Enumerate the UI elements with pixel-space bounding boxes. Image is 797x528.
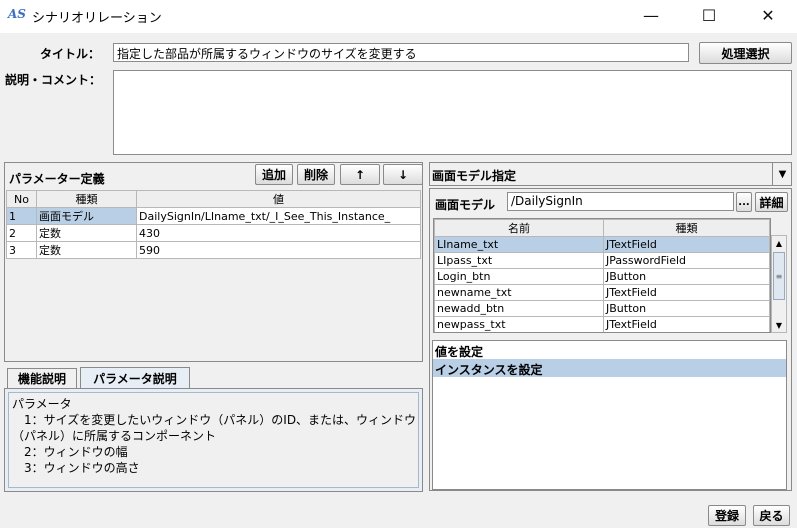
move-up-button[interactable]: ↑ xyxy=(340,164,380,185)
column-header-type[interactable]: 種類 xyxy=(36,190,137,208)
title-label: タイトル： xyxy=(40,47,101,61)
list-item[interactable]: 値を設定 xyxy=(433,341,786,359)
list-item[interactable]: インスタンスを設定 xyxy=(433,359,786,377)
cell-kind: JTextField xyxy=(603,316,770,332)
column-header-value[interactable]: 値 xyxy=(136,190,421,208)
cell-value: DailySignIn/LIname_txt/_I_See_This_Insta… xyxy=(136,207,421,225)
app-logo-icon: AS xyxy=(8,7,26,21)
cell-name: LIpass_txt xyxy=(434,252,604,269)
component-table-area: 名前 種類 LIname_txt JTextField LIpass_txt J… xyxy=(433,218,771,333)
cell-name: newname_txt xyxy=(434,284,604,301)
cell-no: 1 xyxy=(6,207,37,225)
screen-model-label: 画面モデル xyxy=(435,198,496,212)
comment-textarea[interactable] xyxy=(113,70,792,155)
window-title: シナリオリレーション xyxy=(32,11,162,26)
cell-kind: JPasswordField xyxy=(603,252,770,269)
select-process-button[interactable]: 処理選択 xyxy=(699,42,792,64)
screen-model-input[interactable]: /DailySignIn xyxy=(507,192,734,211)
table-row[interactable]: LIpass_txt JPasswordField xyxy=(434,252,770,269)
cell-type: 画面モデル xyxy=(36,207,137,225)
cell-type: 定数 xyxy=(36,224,137,242)
scroll-up-icon[interactable]: ▲ xyxy=(772,236,786,250)
cell-kind: JTextField xyxy=(603,236,770,253)
help-line: パラメータ xyxy=(12,397,72,411)
cell-no: 2 xyxy=(6,224,37,242)
table-row[interactable]: Login_btn JButton xyxy=(434,268,770,285)
move-down-button[interactable]: ↓ xyxy=(383,164,423,185)
parameter-header: パラメーター定義 xyxy=(9,172,105,186)
screen-model-combo-value: 画面モデル指定 xyxy=(432,169,517,183)
column-header-kind[interactable]: 種類 xyxy=(603,219,770,237)
close-icon[interactable]: ✕ xyxy=(745,0,791,30)
delete-button[interactable]: 削除 xyxy=(297,164,335,185)
table-row[interactable]: newname_txt JTextField xyxy=(434,284,770,301)
table-row[interactable]: 3 定数 590 xyxy=(6,241,421,259)
column-header-no[interactable]: No xyxy=(6,190,37,208)
cell-value: 590 xyxy=(136,241,421,259)
table-row[interactable]: 1 画面モデル DailySignIn/LIname_txt/_I_See_Th… xyxy=(6,207,421,225)
help-line: （パネル）に所属するコンポーネント xyxy=(12,429,217,443)
parameter-table-area: No 種類 値 1 画面モデル DailySignIn/LIname_txt/_… xyxy=(6,190,421,360)
detail-button[interactable]: 詳細 xyxy=(755,192,788,212)
table-row[interactable]: 2 定数 430 xyxy=(6,224,421,242)
scroll-down-icon[interactable]: ▼ xyxy=(772,318,786,332)
cell-no: 3 xyxy=(6,241,37,259)
action-list: 値を設定 インスタンスを設定 xyxy=(432,340,787,490)
table-row[interactable]: newadd_btn JButton xyxy=(434,300,770,317)
minimize-icon[interactable]: — xyxy=(628,0,674,30)
title-input[interactable]: 指定した部品が所属するウィンドウのサイズを変更する xyxy=(113,43,689,62)
maximize-icon[interactable]: ☐ xyxy=(686,0,732,30)
cell-kind: JButton xyxy=(603,268,770,285)
component-table: 名前 種類 LIname_txt JTextField LIpass_txt J… xyxy=(434,219,770,332)
screen-model-combo[interactable]: 画面モデル指定 ▼ xyxy=(429,162,792,186)
tab-parameter-description[interactable]: パラメータ説明 xyxy=(80,367,190,389)
back-button[interactable]: 戻る xyxy=(753,505,790,526)
parameter-table: No 種類 値 1 画面モデル DailySignIn/LIname_txt/_… xyxy=(6,190,421,259)
register-button[interactable]: 登録 xyxy=(708,505,746,526)
chevron-down-icon[interactable]: ▼ xyxy=(772,163,792,185)
cell-kind: JTextField xyxy=(603,284,770,301)
tab-content-panel: パラメータ 1：サイズを変更したいウィンドウ（パネル）のID、または、ウィンドウ… xyxy=(4,388,423,492)
cell-value: 430 xyxy=(136,224,421,242)
help-line: 1：サイズを変更したいウィンドウ（パネル）のID、または、ウィンドウ xyxy=(12,413,417,427)
title-bar: AS シナリオリレーション — ☐ ✕ xyxy=(0,0,797,32)
cell-type: 定数 xyxy=(36,241,137,259)
cell-name: newpass_txt xyxy=(434,316,604,332)
cell-kind: JButton xyxy=(603,300,770,317)
component-table-scrollbar[interactable]: ▲ ≡ ▼ xyxy=(771,235,787,333)
table-row[interactable]: newpass_txt JTextField xyxy=(434,316,770,332)
scroll-thumb[interactable]: ≡ xyxy=(773,252,785,300)
help-line: 3：ウィンドウの高さ xyxy=(12,461,140,475)
column-header-name[interactable]: 名前 xyxy=(434,219,604,237)
tab-function-description[interactable]: 機能説明 xyxy=(7,368,77,388)
add-button[interactable]: 追加 xyxy=(255,164,293,185)
table-row[interactable]: LIname_txt JTextField xyxy=(434,236,770,253)
cell-name: newadd_btn xyxy=(434,300,604,317)
browse-button[interactable]: ... xyxy=(736,192,752,212)
help-line: 2：ウィンドウの幅 xyxy=(12,445,128,459)
cell-name: LIname_txt xyxy=(434,236,604,253)
cell-name: Login_btn xyxy=(434,268,604,285)
comment-label: 説明・コメント： xyxy=(5,73,102,87)
